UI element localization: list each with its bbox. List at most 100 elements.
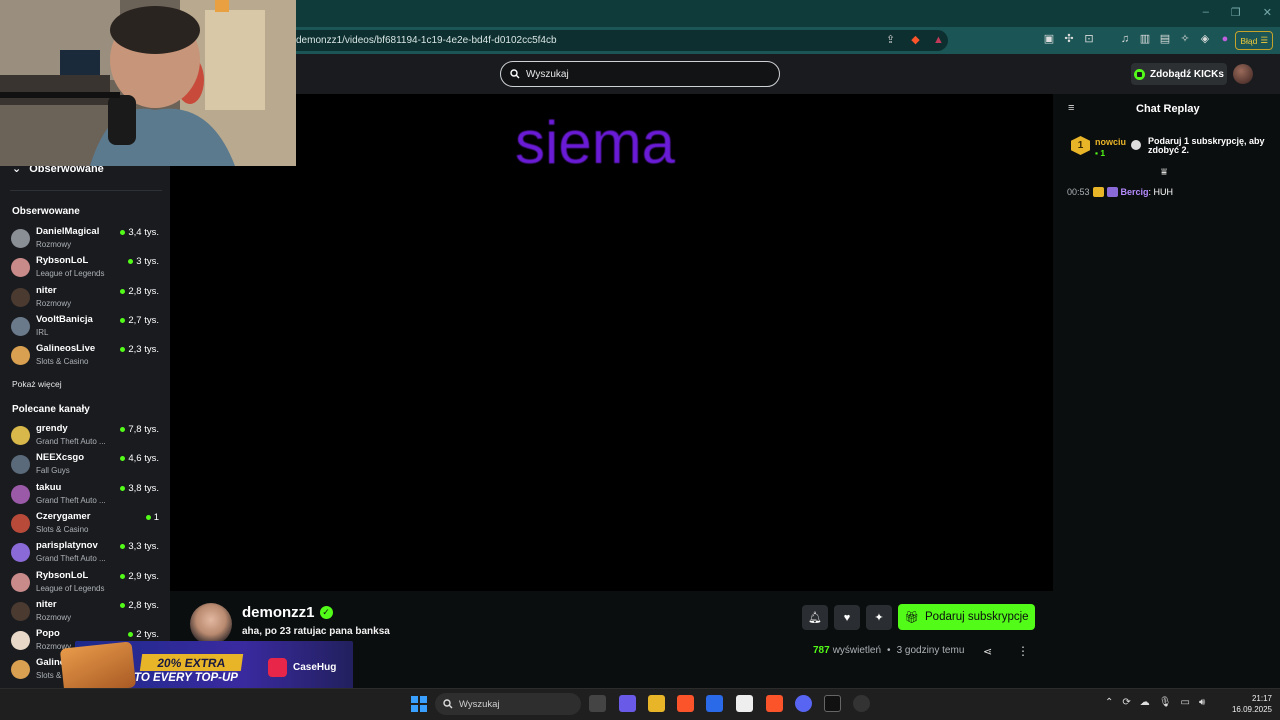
channel-row[interactable]: RybsonLoL League of Legends 3 tys. [11, 254, 159, 281]
copilot-icon[interactable] [619, 695, 636, 712]
channel-category: League of Legends [36, 583, 105, 593]
channel-row[interactable]: niter Rozmowy 2,8 tys. [11, 284, 159, 311]
channel-name: RybsonLoL [36, 255, 89, 267]
follow-button[interactable]: ♥ [834, 605, 860, 630]
close-window-button[interactable]: ✕ [1263, 6, 1272, 19]
channel-name: Czerygamer [36, 510, 91, 522]
channel-row[interactable]: takuu Grand Theft Auto ... 3,8 tys. [11, 481, 159, 508]
sidebar-icon[interactable]: ▥ [1138, 32, 1152, 46]
channel-name: VooltBanicja [36, 313, 93, 325]
search-input[interactable]: Wyszukaj [500, 61, 780, 87]
channel-category: League of Legends [36, 269, 105, 279]
gift-subscription-button[interactable]: 🎁︎ Podaruj subskrypcje [898, 604, 1035, 630]
channel-avatar [11, 660, 30, 680]
streamer-name-row[interactable]: demonzz1 ✓ [242, 604, 333, 621]
microphone-icon[interactable]: 🎙︎ [1159, 697, 1172, 708]
live-dot-icon [120, 485, 126, 491]
show-more-link[interactable]: Pokaż więcej [12, 379, 62, 389]
gift-subscription-label: Podaruj subskrypcje [925, 611, 1029, 623]
ad-brand: CaseHug [293, 662, 337, 673]
search-placeholder: Wyszukaj [526, 68, 569, 80]
more-options-icon[interactable]: ⋮ [1017, 644, 1029, 658]
channel-row[interactable]: grendy Grand Theft Auto ... 7,8 tys. [11, 422, 159, 449]
time-ago: 3 godziny temu [896, 645, 965, 656]
pinned-username[interactable]: nowciu [1095, 137, 1126, 147]
puzzle-icon[interactable]: ✣ [1062, 32, 1076, 46]
webcam-overlay [0, 0, 296, 166]
views-line: 787 wyświetleń • 3 godziny temu [813, 645, 964, 656]
maximize-button[interactable]: ❐ [1231, 6, 1241, 19]
chat-panel [1053, 94, 1280, 688]
channel-row[interactable]: VooltBanicja IRL 2,7 tys. [11, 313, 159, 340]
channel-viewers: 3 tys. [128, 256, 159, 267]
windows-start-icon[interactable] [411, 696, 427, 712]
channel-avatar [11, 601, 30, 621]
system-clock[interactable]: 21:17 16.09.2025 [1222, 693, 1272, 715]
system-tray: ⌃ ⟳ ☁ 🎙︎ ▭ 🔊︎ [1105, 697, 1205, 708]
channel-row[interactable]: RybsonLoL League of Legends 2,9 tys. [11, 569, 159, 596]
volume-icon[interactable]: 🔊︎ [1199, 697, 1205, 708]
channel-row[interactable]: parisplatynov Grand Theft Auto ... 3,3 tys… [11, 539, 159, 566]
file-explorer-icon[interactable] [648, 695, 665, 712]
search-icon [443, 699, 453, 709]
store-icon[interactable] [706, 695, 723, 712]
notepad-icon[interactable] [736, 695, 753, 712]
wallet-icon[interactable]: ▤ [1158, 32, 1172, 46]
music-icon[interactable]: ♫ [1118, 32, 1132, 46]
brave-shield-icon[interactable]: ◆ [909, 34, 922, 47]
channel-viewers: 1 [145, 512, 159, 523]
vpn-icon[interactable]: ◈ [1198, 32, 1212, 46]
channel-row[interactable]: Czerygamer Slots & Casino 1 [11, 510, 159, 537]
get-kicks-button[interactable]: Zdobądź KICKs [1131, 63, 1227, 85]
channel-name: parisplatynov [36, 540, 98, 552]
profile-icon[interactable]: ● [1218, 32, 1232, 46]
streamer-avatar[interactable] [190, 603, 232, 645]
user-avatar[interactable] [1233, 64, 1253, 84]
channel-viewers: 3,8 tys. [120, 483, 159, 494]
channel-name: RybsonLoL [36, 569, 89, 581]
update-icon[interactable]: ⟳ [1122, 697, 1130, 708]
casehug-logo-icon [268, 658, 287, 677]
pinned-gift-text[interactable]: Podaruj 1 subskrypcję, aby zdobyć 2. [1148, 137, 1268, 155]
share-page-icon[interactable]: ⇪ [884, 34, 897, 47]
live-dot-icon [120, 573, 126, 579]
channel-row[interactable]: NEEXcsgo Fall Guys 4,6 tys. [11, 451, 159, 478]
epic-games-icon[interactable] [824, 695, 841, 712]
discord-icon[interactable] [795, 695, 812, 712]
obs-icon[interactable] [853, 695, 870, 712]
brave-icon[interactable] [677, 695, 694, 712]
address-bar[interactable]: demonzz1/videos/bf681194-1c19-4e2e-bd4f-… [280, 30, 948, 51]
share-icon[interactable]: ⋖ [983, 645, 992, 658]
extension-icons: ▣ ✣ ⊡ ♫ ▥ ▤ ✧ ◈ ● [1042, 32, 1232, 46]
channel-name: grendy [36, 423, 68, 434]
window-controls: – ❐ ✕ [1203, 6, 1272, 19]
channel-row[interactable]: DanielMagical Rozmowy 3,4 tys. [11, 225, 159, 252]
chat-message: 00:53 Bercig: HUH [1067, 187, 1173, 197]
windows-taskbar [0, 688, 1280, 720]
live-dot-icon [120, 427, 126, 432]
chat-filter-icon[interactable]: ⩸ [1161, 167, 1167, 178]
cloud-icon[interactable]: ☁ [1140, 697, 1150, 708]
channel-name: GalineosLive [36, 343, 96, 355]
minimize-button[interactable]: – [1203, 6, 1209, 19]
channel-row[interactable]: niter Rozmowy 2,8 tys. [11, 598, 159, 625]
viewer-count: 3,3 tys. [128, 541, 159, 553]
notification-button[interactable]: 🔔︎ [802, 605, 828, 630]
task-view-icon[interactable] [589, 695, 606, 712]
message-username[interactable]: Bercig [1121, 187, 1149, 197]
display-icon[interactable]: ▭ [1180, 697, 1189, 708]
leo-icon[interactable]: ✧ [1178, 32, 1192, 46]
extension-icon[interactable]: ▣ [1042, 32, 1056, 46]
brave-rewards-icon[interactable]: ▲ [932, 34, 945, 47]
error-menu-button[interactable]: Błąd ☰ [1235, 31, 1273, 50]
brave-active-icon[interactable] [766, 695, 783, 712]
taskbar-search[interactable]: Wyszukaj [435, 693, 581, 715]
screenshot-icon[interactable]: ⊡ [1082, 32, 1096, 46]
clip-button[interactable]: ✦ [866, 605, 892, 630]
channel-category: IRL [36, 327, 49, 337]
channel-name: takuu [36, 481, 62, 493]
collapse-chat-icon[interactable]: ≡ [1068, 102, 1074, 114]
chevron-up-icon[interactable]: ⌃ [1105, 697, 1113, 708]
channel-row[interactable]: GalineosLive Slots & Casino 2,3 tys. [11, 342, 159, 369]
channel-viewers: 2,8 tys. [120, 286, 159, 297]
